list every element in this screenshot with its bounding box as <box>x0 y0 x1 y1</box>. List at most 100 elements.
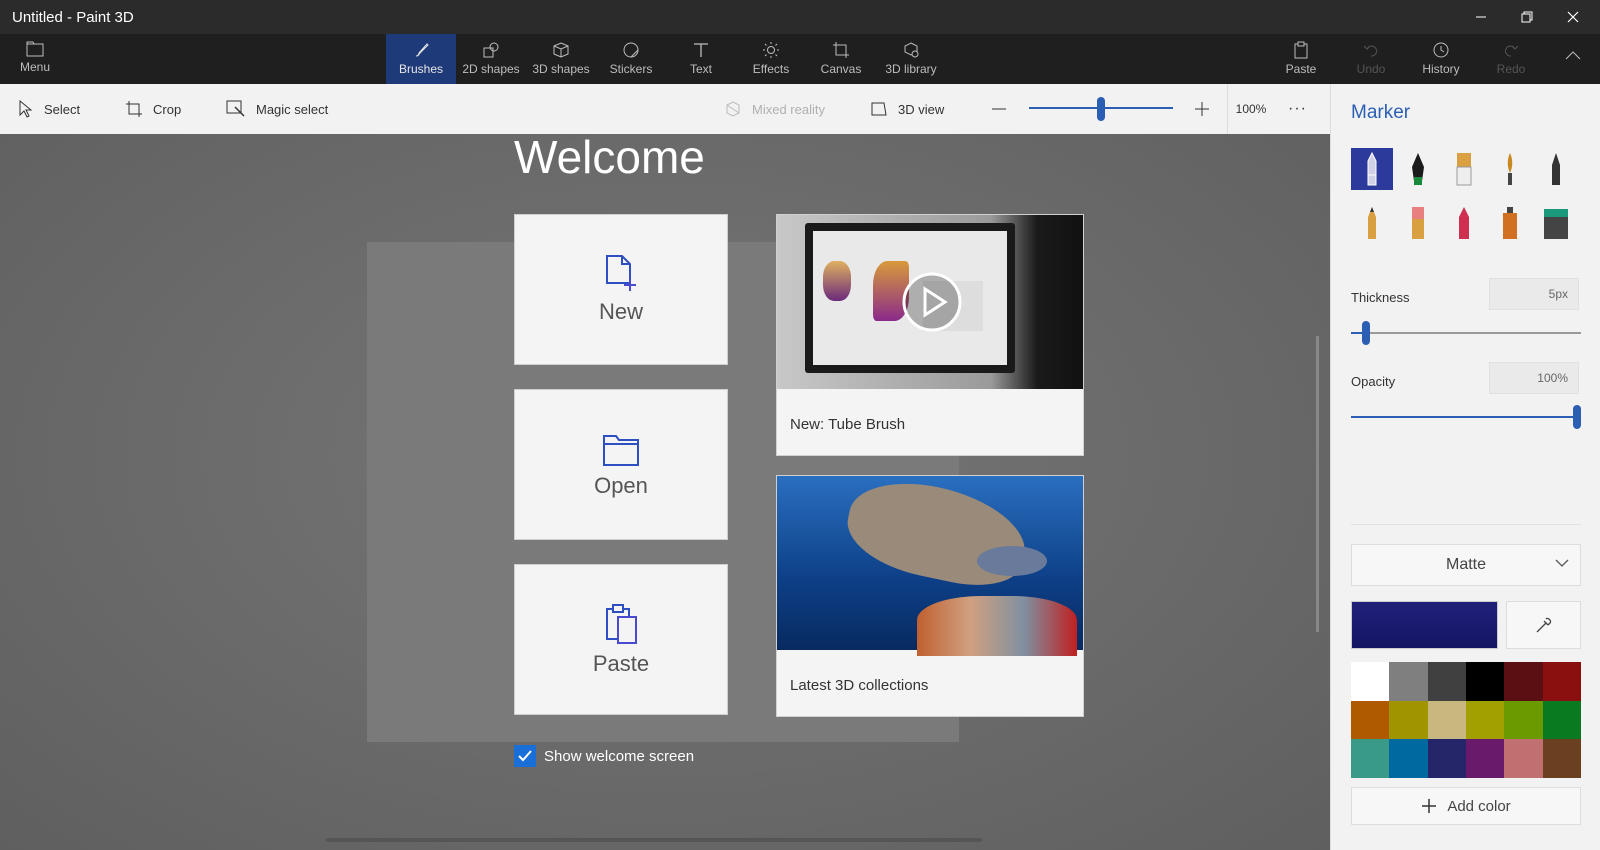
color-swatch[interactable] <box>1351 700 1390 740</box>
current-color-swatch[interactable] <box>1351 601 1498 649</box>
paste-label: Paste <box>1285 62 1317 76</box>
color-swatch[interactable] <box>1351 739 1390 778</box>
eyedropper-icon <box>1536 617 1551 633</box>
brush-eraser[interactable] <box>1397 202 1439 244</box>
main-toolbar: Menu Brushes 2D shapes 3D shapes Sticker… <box>0 34 1600 84</box>
panel-title: Marker <box>1351 102 1411 123</box>
video-card-3d-collections[interactable]: Latest 3D collections <box>776 475 1084 717</box>
tab-stickers[interactable]: Stickers <box>596 34 666 84</box>
open-button[interactable]: Open <box>514 389 728 540</box>
mixed-reality-button[interactable]: Mixed reality <box>724 84 825 134</box>
thickness-label: Thickness <box>1351 290 1410 305</box>
finish-dropdown[interactable]: Matte <box>1351 544 1581 586</box>
tab-label: Text <box>689 62 712 76</box>
opacity-knob[interactable] <box>1573 405 1581 429</box>
color-swatch[interactable] <box>1542 700 1581 740</box>
opacity-slider[interactable] <box>1351 405 1581 429</box>
color-swatch[interactable] <box>1504 700 1543 740</box>
restore-button[interactable] <box>1504 0 1550 34</box>
redo-icon <box>1504 45 1519 57</box>
paste-button[interactable]: Paste <box>1266 34 1336 84</box>
tab-canvas[interactable]: Canvas <box>806 34 876 84</box>
crop-label: Crop <box>153 101 182 117</box>
plus-icon <box>1422 799 1437 813</box>
history-button[interactable]: History <box>1406 34 1476 84</box>
brush-watercolor[interactable] <box>1489 148 1531 190</box>
opacity-input[interactable]: 100% <box>1489 362 1579 394</box>
brush-crayon[interactable] <box>1443 202 1485 244</box>
tab-text[interactable]: Text <box>666 34 736 84</box>
brush-fill[interactable] <box>1535 202 1577 244</box>
zoom-slider[interactable] <box>1029 84 1173 134</box>
undo-button[interactable]: Undo <box>1336 34 1406 84</box>
zoom-in-button[interactable] <box>1194 84 1210 134</box>
new-button[interactable]: New <box>514 214 728 365</box>
color-swatch[interactable] <box>1389 662 1428 701</box>
menu-button[interactable]: Menu <box>0 34 70 84</box>
tab-effects[interactable]: Effects <box>736 34 806 84</box>
tab-label: 2D shapes <box>462 62 520 76</box>
color-swatch[interactable] <box>1542 739 1581 778</box>
color-swatch[interactable] <box>1465 739 1505 778</box>
color-swatch[interactable] <box>1427 739 1466 778</box>
more-options-button[interactable]: ··· <box>1288 84 1307 134</box>
checkbox-checked-icon[interactable] <box>514 745 536 767</box>
tab-2d-shapes[interactable]: 2D shapes <box>456 34 526 84</box>
color-swatch[interactable] <box>1465 662 1505 701</box>
thickness-knob[interactable] <box>1362 321 1370 345</box>
brush-spray-can[interactable] <box>1489 202 1531 244</box>
color-swatch[interactable] <box>1427 662 1466 701</box>
thickness-input[interactable]: 5px <box>1489 278 1579 310</box>
color-swatch[interactable] <box>1542 662 1581 701</box>
color-swatch[interactable] <box>1389 739 1428 778</box>
undo-label: Undo <box>1356 62 1386 76</box>
menu-label: Menu <box>19 60 51 74</box>
color-swatch[interactable] <box>1504 662 1543 701</box>
brush-calligraphy-pen[interactable] <box>1397 148 1439 190</box>
brush-pixel-pen[interactable] <box>1535 148 1577 190</box>
tab-3d-library[interactable]: 3D library <box>876 34 946 84</box>
color-swatch[interactable] <box>1504 739 1543 778</box>
zoom-out-button[interactable] <box>991 84 1007 134</box>
play-icon[interactable] <box>901 271 963 333</box>
video-caption: New: Tube Brush <box>790 416 906 433</box>
opacity-label: Opacity <box>1351 374 1396 389</box>
brush-marker[interactable] <box>1351 148 1393 190</box>
watercolor-brush-icon <box>1507 153 1513 185</box>
add-color-button[interactable]: Add color <box>1351 787 1581 825</box>
redo-button[interactable]: Redo <box>1476 34 1546 84</box>
select-button[interactable]: Select <box>18 84 80 134</box>
crop-icon <box>126 101 142 117</box>
secondary-toolbar: Select Crop Magic select Mixed reality 3… <box>0 84 1330 134</box>
brush-pencil[interactable] <box>1351 202 1393 244</box>
eyedropper-button[interactable] <box>1506 601 1581 649</box>
crop-button[interactable]: Crop <box>125 84 181 134</box>
magic-select-button[interactable]: Magic select <box>226 84 328 134</box>
3d-view-button[interactable]: 3D view <box>870 84 944 134</box>
color-swatch[interactable] <box>1427 700 1466 740</box>
zoom-slider-knob[interactable] <box>1097 97 1105 121</box>
horizontal-scrollbar[interactable] <box>326 838 982 842</box>
minimize-button[interactable] <box>1458 0 1504 34</box>
tab-brushes[interactable]: Brushes <box>386 34 456 84</box>
close-button[interactable] <box>1550 0 1596 34</box>
zoom-value[interactable]: 100% <box>1227 84 1274 134</box>
clipboard-icon <box>1294 41 1308 59</box>
minus-icon <box>992 108 1006 110</box>
color-swatch[interactable] <box>1351 662 1390 701</box>
show-welcome-checkbox[interactable]: Show welcome screen <box>514 745 694 767</box>
color-swatch[interactable] <box>1389 700 1428 740</box>
open-label: Open <box>594 472 648 498</box>
video-caption: Latest 3D collections <box>790 677 929 694</box>
paste-file-button[interactable]: Paste <box>514 564 728 715</box>
vertical-scrollbar[interactable] <box>1316 336 1319 632</box>
tab-3d-shapes[interactable]: 3D shapes <box>526 34 596 84</box>
finish-value: Matte <box>1445 556 1486 573</box>
video-card-tube-brush[interactable]: New: Tube Brush <box>776 214 1084 456</box>
thickness-slider[interactable] <box>1351 321 1581 345</box>
brush-oil[interactable] <box>1443 148 1485 190</box>
divider <box>1351 524 1581 525</box>
color-swatch[interactable] <box>1465 700 1505 740</box>
mixed-reality-label: Mixed reality <box>752 101 825 117</box>
collapse-toolbar-button[interactable] <box>1546 34 1600 84</box>
